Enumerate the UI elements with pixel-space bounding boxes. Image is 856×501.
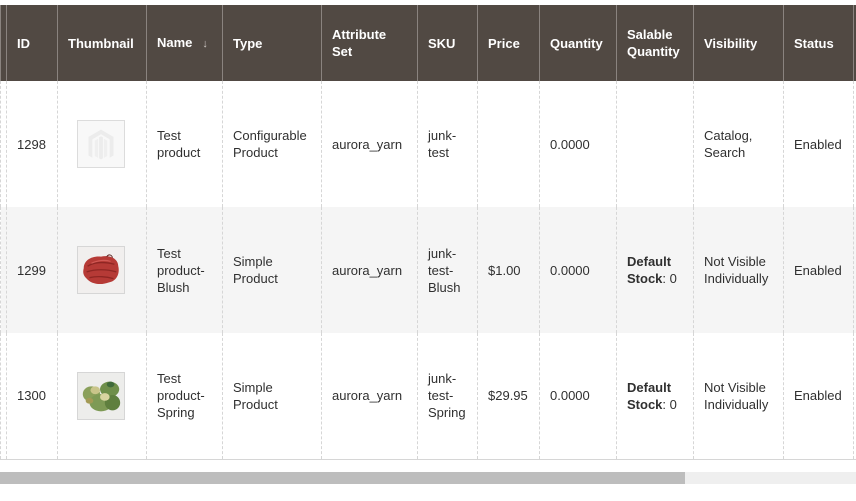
cell-status: Enabled [783,333,854,460]
cell-sku: junk-test [417,81,478,207]
cell-type: Simple Product [222,333,322,460]
product-thumbnail[interactable] [77,246,125,294]
table-row[interactable]: 1298 Test product Configurable Product a… [0,81,856,207]
cell-salable-quantity: Default Stock: 0 [616,333,694,460]
cell-quantity: 0.0000 [539,207,617,333]
column-header-visibility[interactable]: Visibility [693,5,784,81]
table-header-row: ID Thumbnail Name ↓ Type Attribute Set SK… [0,5,856,81]
cell-attribute-set: aurora_yarn [321,333,418,460]
cell-salable-quantity [616,81,694,207]
cell-quantity: 0.0000 [539,333,617,460]
red-yarn-image [78,247,124,293]
column-header-status[interactable]: Status [783,5,854,81]
cell-visibility: Catalog, Search [693,81,784,207]
cell-price [477,81,540,207]
salable-value: : 0 [662,396,677,412]
cell-name: Test product [146,81,223,207]
cell-id: 1298 [6,81,58,207]
table-row[interactable]: 1299 Test product-Blush Simple Product a… [0,207,856,333]
cell-thumbnail [57,333,147,460]
column-header-sku[interactable]: SKU [417,5,478,81]
sort-descending-icon[interactable]: ↓ [202,36,208,53]
cell-id: 1299 [6,207,58,333]
salable-value: : 0 [662,271,677,286]
cell-type: Configurable Product [222,81,322,207]
cell-salable-quantity: Default Stock: 0 [616,207,694,333]
cell-status: Enabled [783,81,854,207]
cell-thumbnail [57,81,147,207]
cell-name: Test product-Blush [146,207,223,333]
cell-status: Enabled [783,207,854,333]
table-row[interactable]: 1300 Test product-Spring Simple Product … [0,333,856,460]
column-header-name[interactable]: Name ↓ [146,5,223,81]
column-header-attribute-set[interactable]: Attribute Set [321,5,418,81]
product-thumbnail[interactable] [77,371,125,420]
column-header-price[interactable]: Price [477,5,540,81]
placeholder-logo-icon [88,129,114,160]
column-header-id[interactable]: ID [6,5,58,81]
scrollbar-thumb[interactable] [0,472,685,484]
cell-quantity: 0.0000 [539,81,617,207]
column-header-salable-quantity[interactable]: Salable Quantity [616,5,694,81]
cell-visibility: Not Visible Individually [693,333,784,460]
column-header-type[interactable]: Type [222,5,322,81]
cell-sku: junk-test-Blush [417,207,478,333]
cell-price: $29.95 [477,333,540,460]
product-grid: ID Thumbnail Name ↓ Type Attribute Set SK… [0,5,856,460]
product-table: ID Thumbnail Name ↓ Type Attribute Set SK… [0,5,856,460]
product-thumbnail[interactable] [77,120,125,168]
cell-id: 1300 [6,333,58,460]
cell-attribute-set: aurora_yarn [321,207,418,333]
cell-thumbnail [57,207,147,333]
cell-type: Simple Product [222,207,322,333]
green-yarn-image [78,372,124,419]
cell-name: Test product-Spring [146,333,223,460]
horizontal-scrollbar[interactable] [0,472,856,484]
cell-sku: junk-test-Spring [417,333,478,460]
cell-attribute-set: aurora_yarn [321,81,418,207]
column-header-quantity[interactable]: Quantity [539,5,617,81]
cell-price: $1.00 [477,207,540,333]
column-header-thumbnail[interactable]: Thumbnail [57,5,147,81]
cell-visibility: Not Visible Individually [693,207,784,333]
